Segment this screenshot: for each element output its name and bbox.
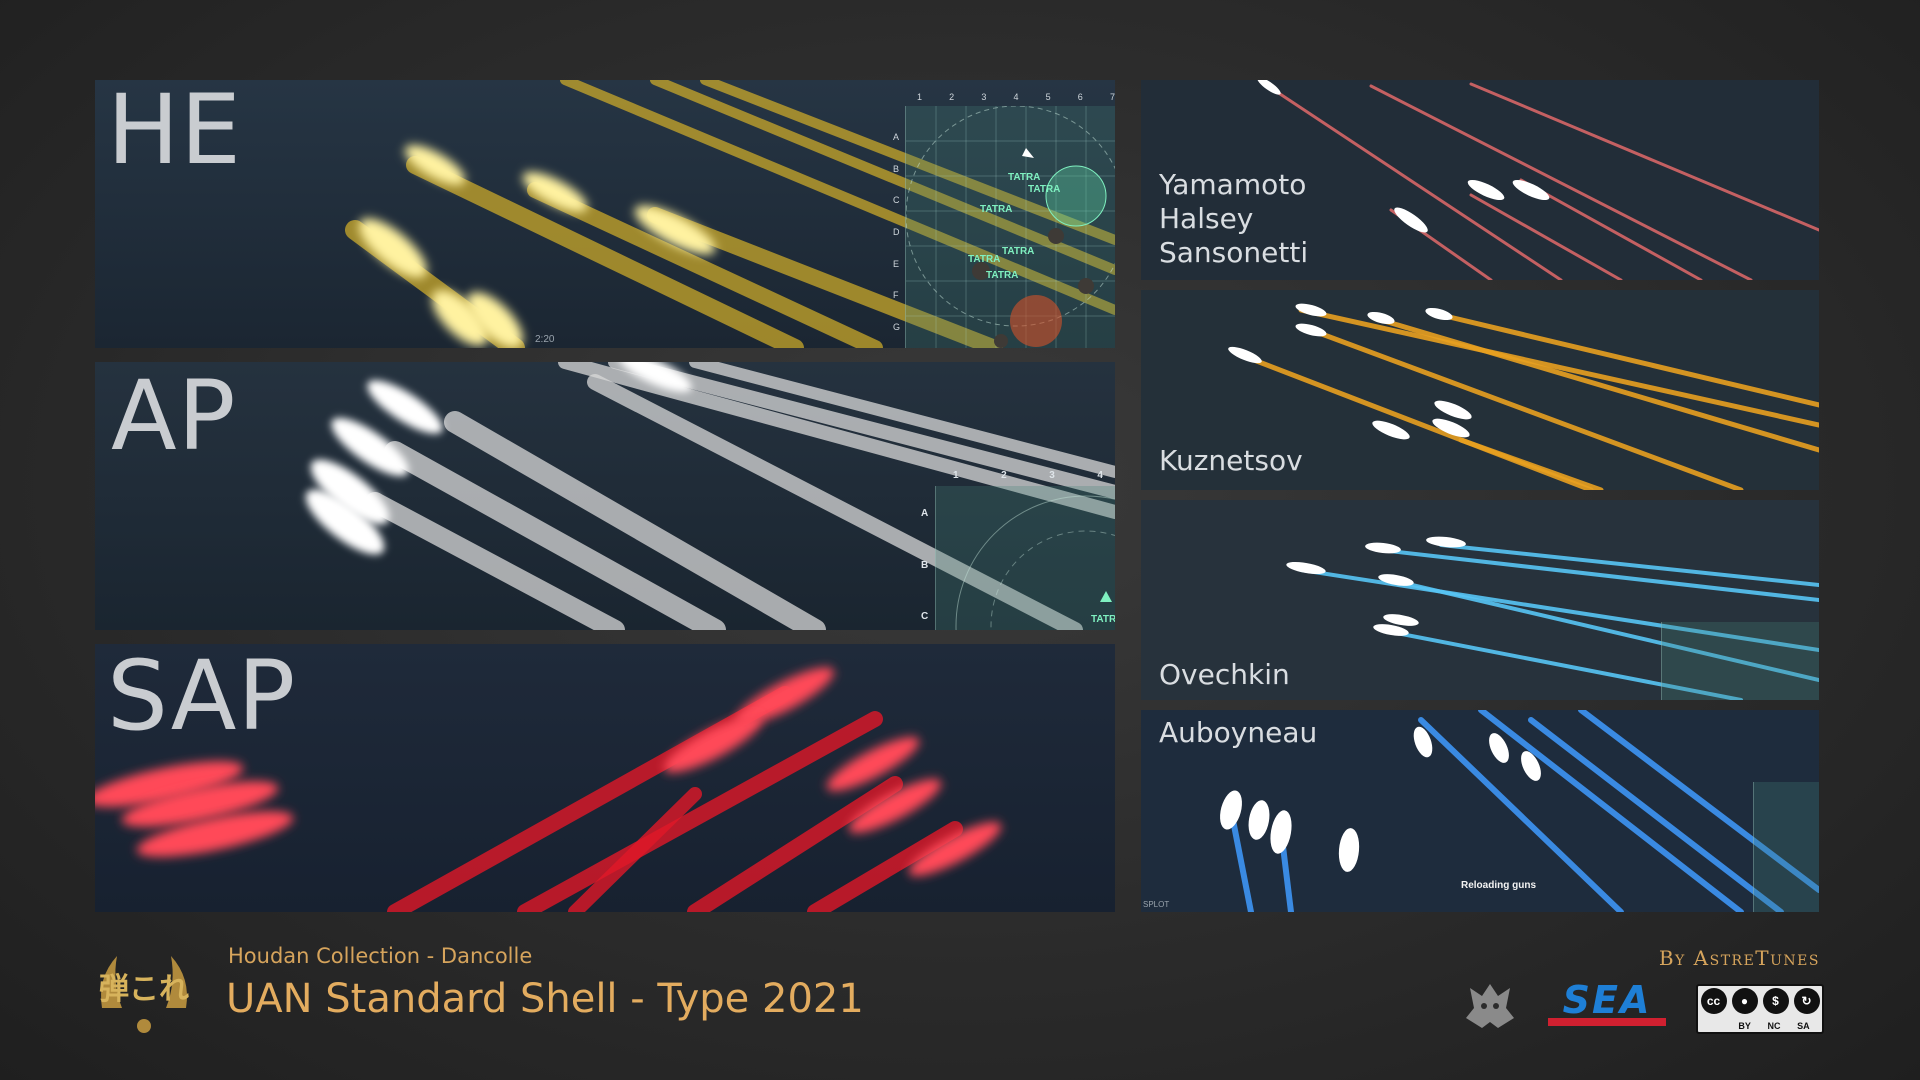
ap-ship-tag: TATRA <box>1091 614 1115 625</box>
camo-panel-blue: Auboyneau Reloading guns SPLOT <box>1141 710 1819 912</box>
nc-icon: $ <box>1762 988 1789 1014</box>
ap-minimap-columns: 1 2 3 4 <box>953 470 1103 481</box>
caption-halsey: Halsey <box>1159 202 1254 235</box>
ap-panel: AP 1 2 3 4 A B C TATRA <box>95 362 1115 630</box>
cc-license-badge[interactable]: cc ● $ ↻ BY NC SA <box>1696 984 1824 1034</box>
caption-ovechkin: Ovechkin <box>1159 658 1290 691</box>
he-row-g: G <box>893 321 901 332</box>
camo-panel-red: Yamamoto Halsey Sansonetti <box>1141 80 1819 280</box>
dancolle-emblem: 弾これ <box>92 938 196 1038</box>
camo-panel-cyan: Ovechkin <box>1141 500 1819 700</box>
caption-auboyneau: Auboyneau <box>1159 716 1318 749</box>
he-row-e: E <box>893 258 900 269</box>
he-ship-tag-1: TATRA <box>1008 172 1041 183</box>
cc-icon: cc <box>1700 988 1727 1014</box>
page-title: UAN Standard Shell - Type 2021 <box>226 976 864 1022</box>
ap-col-1: 1 <box>953 470 959 481</box>
cc-license-tags: BY NC SA <box>1730 1021 1818 1031</box>
sea-logo: SEA <box>1548 978 1666 1028</box>
he-timer: 2:20 <box>535 334 555 345</box>
ap-row-b: B <box>921 559 929 571</box>
he-col-6: 6 <box>1077 92 1083 102</box>
author-credit: By AstreTunes <box>1658 946 1820 970</box>
ap-col-3: 3 <box>1049 470 1055 481</box>
cyan-minimap[interactable] <box>1661 622 1819 700</box>
reloading-status: Reloading guns <box>1461 880 1536 891</box>
he-row-f: F <box>893 290 899 301</box>
sap-label: SAP <box>107 644 297 752</box>
he-row-c: C <box>893 195 900 206</box>
he-col-4: 4 <box>1013 92 1019 102</box>
tag-sa: SA <box>1797 1021 1810 1031</box>
he-col-3: 3 <box>981 92 987 102</box>
he-minimap[interactable]: TATRA TATRA TATRA TATRA TATRA TATRA <box>905 105 1115 348</box>
caption-sansonetti: Sansonetti <box>1159 236 1309 269</box>
cyan-caption: Ovechkin <box>1159 658 1290 692</box>
he-col-2: 2 <box>949 92 955 102</box>
he-col-5: 5 <box>1045 92 1051 102</box>
ap-minimap-rows: A B C <box>921 508 928 622</box>
he-label: HE <box>107 80 242 186</box>
by-icon: ● <box>1731 988 1758 1014</box>
ap-minimap[interactable] <box>935 486 1115 630</box>
he-row-d: D <box>893 226 900 237</box>
orange-caption: Kuznetsov <box>1159 444 1303 478</box>
cc-icon-row: cc ● $ ↻ <box>1698 988 1822 1014</box>
he-col-7: 7 <box>1109 92 1115 102</box>
blue-minimap[interactable] <box>1753 782 1819 912</box>
collection-subtitle: Houdan Collection - Dancolle <box>228 944 533 968</box>
sea-logo-text: SEA <box>1562 978 1652 1022</box>
ap-label: AP <box>111 362 237 472</box>
ap-row-c: C <box>921 611 929 622</box>
he-panel: HE TATRA TATRA TATRA TATRA TATRA TATRA 1… <box>95 80 1115 348</box>
he-ship-tag-6: TATRA <box>986 270 1019 281</box>
he-row-b: B <box>893 163 900 174</box>
sap-panel: SAP <box>95 644 1115 912</box>
caption-yamamoto: Yamamoto <box>1159 168 1307 201</box>
tag-nc: NC <box>1767 1021 1781 1031</box>
he-col-1: 1 <box>917 92 923 102</box>
blue-caption: Auboyneau <box>1159 716 1317 750</box>
ap-row-a: A <box>921 508 929 519</box>
he-ship-tag-2: TATRA <box>1028 184 1061 195</box>
tag-by: BY <box>1738 1021 1751 1031</box>
wolf-head-logo <box>1462 978 1518 1034</box>
he-ship-tag-5: TATRA <box>1002 246 1035 257</box>
he-ship-tag-4: TATRA <box>968 254 1001 265</box>
he-row-a: A <box>893 132 900 142</box>
sa-icon: ↻ <box>1793 988 1820 1014</box>
he-minimap-columns: 1 2 3 4 5 6 7 <box>917 92 1115 102</box>
camo-panel-orange: Kuznetsov <box>1141 290 1819 490</box>
he-minimap-graphic <box>905 105 1115 348</box>
red-caption: Yamamoto Halsey Sansonetti <box>1159 168 1308 270</box>
caption-kuznetsov: Kuznetsov <box>1159 444 1303 477</box>
ap-minimap-graphic <box>955 495 1115 630</box>
he-minimap-rows: A B C D E F G <box>893 132 900 332</box>
wolf-head-icon <box>1466 984 1514 1028</box>
ap-col-4: 4 <box>1097 470 1103 481</box>
emblem-text: 弾これ <box>99 972 189 1007</box>
hud-corner-tag: SPLOT <box>1143 900 1170 909</box>
he-ship-tag-3: TATRA <box>980 204 1013 215</box>
ap-col-2: 2 <box>1001 470 1007 481</box>
